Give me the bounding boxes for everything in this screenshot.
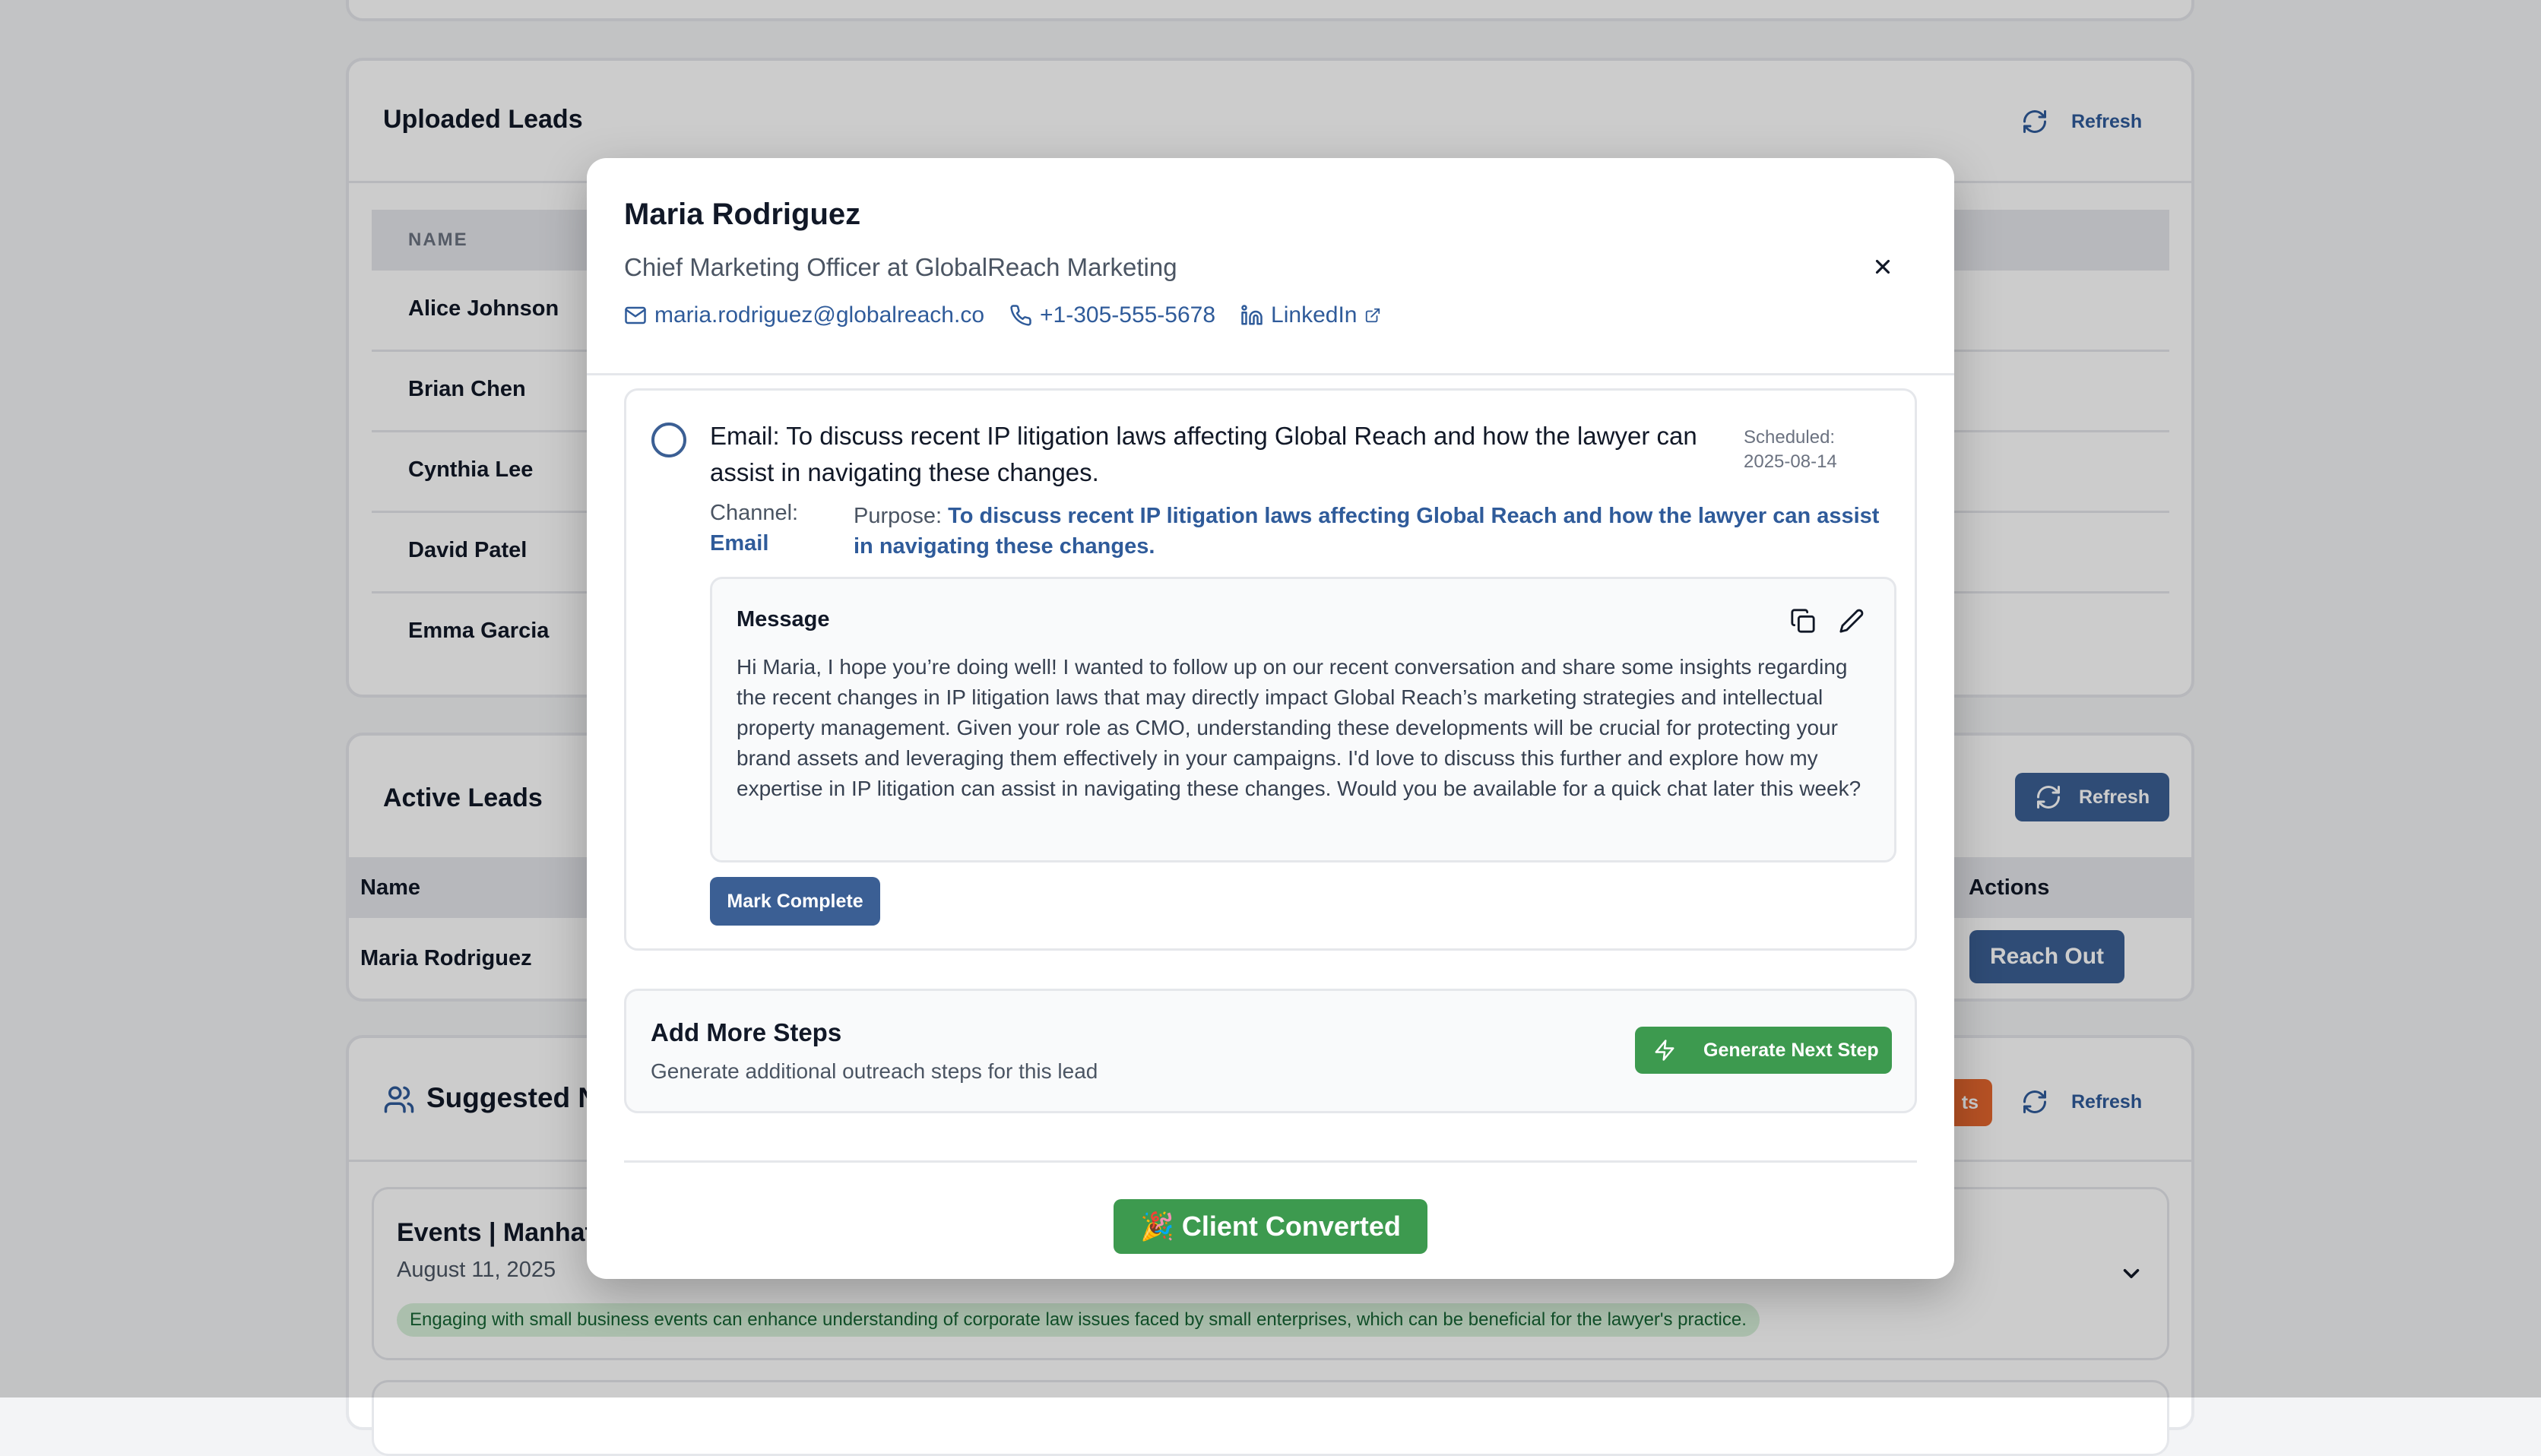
mark-complete-button[interactable]: Mark Complete — [710, 877, 880, 926]
copy-icon[interactable] — [1790, 608, 1816, 634]
email-link[interactable]: maria.rodriguez@globalreach.co — [624, 302, 984, 328]
step-card: Email: To discuss recent IP litigation l… — [624, 388, 1917, 951]
message-label: Message — [737, 607, 830, 631]
step-purpose: Purpose: To discuss recent IP litigation… — [854, 501, 1895, 562]
step-scheduled-label: Scheduled: — [1744, 427, 1836, 448]
phone-text: +1-305-555-5678 — [1040, 302, 1216, 328]
step-purpose-label: Purpose: — [854, 504, 943, 528]
external-link-icon — [1366, 308, 1380, 323]
step-scheduled-date: 2025-08-14 — [1744, 451, 1837, 472]
linkedin-link[interactable]: LinkedIn — [1240, 302, 1381, 328]
email-text: maria.rodriguez@globalreach.co — [654, 302, 985, 328]
lead-contacts: maria.rodriguez@globalreach.co +1-305-55… — [624, 302, 1381, 328]
generate-next-step-label: Generate Next Step — [1703, 1039, 1879, 1061]
add-more-steps-subtitle: Generate additional outreach steps for t… — [651, 1059, 1098, 1083]
generate-next-step-button[interactable]: Generate Next Step — [1635, 1027, 1892, 1074]
step-status-toggle[interactable] — [651, 423, 686, 457]
mail-icon — [625, 306, 646, 324]
lead-name: Maria Rodriguez — [624, 198, 861, 231]
linkedin-icon — [1241, 305, 1263, 325]
step-title: Email: To discuss recent IP litigation l… — [710, 422, 1697, 486]
add-more-steps-title: Add More Steps — [651, 1018, 842, 1046]
add-more-steps-card: Add More Steps Generate additional outre… — [624, 989, 1917, 1113]
edit-icon[interactable] — [1839, 608, 1865, 634]
message-box: Message Hi Maria, I hope you’re doing we… — [710, 577, 1896, 863]
client-converted-button[interactable]: 🎉 Client Converted — [1114, 1199, 1427, 1254]
phone-link[interactable]: +1-305-555-5678 — [1009, 302, 1215, 328]
message-body: Hi Maria, I hope you’re doing well! I wa… — [737, 655, 1861, 800]
lead-modal: Maria Rodriguez Chief Marketing Officer … — [587, 158, 1954, 1279]
step-channel-value: Email — [710, 531, 769, 555]
phone-icon — [1010, 305, 1031, 326]
close-icon[interactable] — [1871, 255, 1894, 278]
step-purpose-value: To discuss recent IP litigation laws aff… — [854, 504, 1880, 559]
step-channel-label: Channel: — [710, 501, 799, 525]
linkedin-text: LinkedIn — [1271, 302, 1358, 328]
lightning-icon — [1655, 1040, 1674, 1061]
lead-subtitle: Chief Marketing Officer at GlobalReach M… — [624, 253, 1177, 281]
